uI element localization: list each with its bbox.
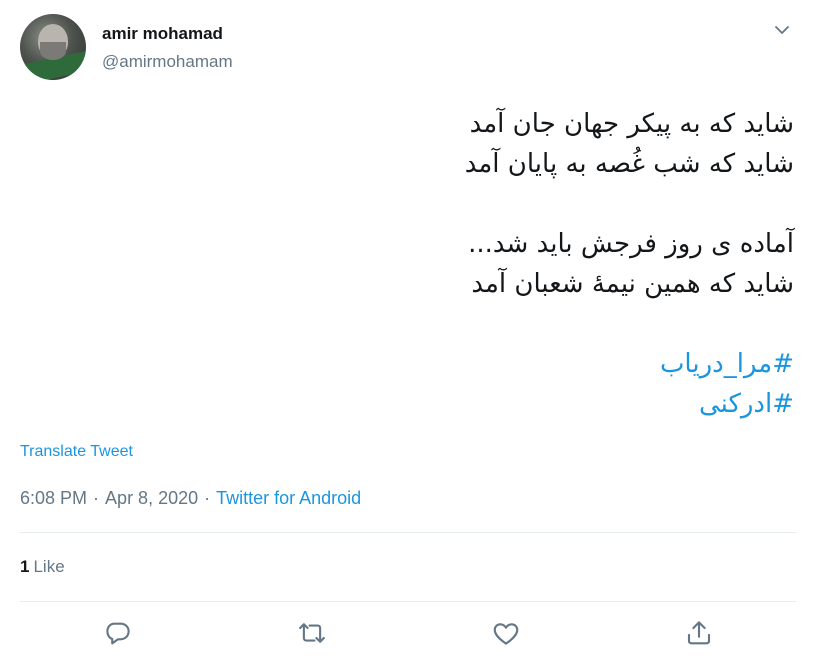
author-name[interactable]: amir mohamad xyxy=(102,24,223,44)
divider xyxy=(20,601,796,602)
tweet-date[interactable]: Apr 8, 2020 xyxy=(105,488,198,508)
tweet-header: amir mohamad @amirmohamam xyxy=(20,14,796,82)
tweet-text: شاید که به پیکر جهان جان آمد شاید که شب … xyxy=(194,104,794,424)
translate-tweet-link[interactable]: Translate Tweet xyxy=(20,443,133,461)
hashtag-link[interactable]: #مرا_درياب xyxy=(194,344,794,384)
reply-icon[interactable] xyxy=(103,618,133,648)
tweet-line: شاید که شب غُصه به پایان آمد xyxy=(464,149,794,179)
tweet-line: شاید که به پیکر جهان جان آمد xyxy=(469,109,794,139)
tweet-line: آماده ی روز فرجش باید شد... xyxy=(468,229,794,259)
tweet-source-link[interactable]: Twitter for Android xyxy=(216,488,361,508)
author-handle[interactable]: @amirmohamam xyxy=(102,52,233,72)
avatar[interactable] xyxy=(20,14,86,80)
tweet-actions xyxy=(0,618,816,652)
avatar-beard xyxy=(40,42,66,60)
likes-count: 1 xyxy=(20,557,30,576)
likes-label: Like xyxy=(33,557,65,576)
meta-separator: · xyxy=(93,488,100,508)
tweet-line: شاید که همین نیمهٔ شعبان آمد xyxy=(471,269,794,299)
chevron-down-icon[interactable] xyxy=(772,20,792,40)
retweet-icon[interactable] xyxy=(297,618,327,648)
divider xyxy=(20,532,796,533)
meta-separator: · xyxy=(204,488,211,508)
tweet-meta: 6:08 PM · Apr 8, 2020 · Twitter for Android xyxy=(20,488,361,509)
hashtag-link[interactable]: #ادرکنی xyxy=(194,384,794,424)
tweet-time[interactable]: 6:08 PM xyxy=(20,488,87,508)
heart-icon[interactable] xyxy=(491,618,521,648)
share-icon[interactable] xyxy=(684,618,714,648)
likes-stat[interactable]: 1 Like xyxy=(20,557,65,577)
